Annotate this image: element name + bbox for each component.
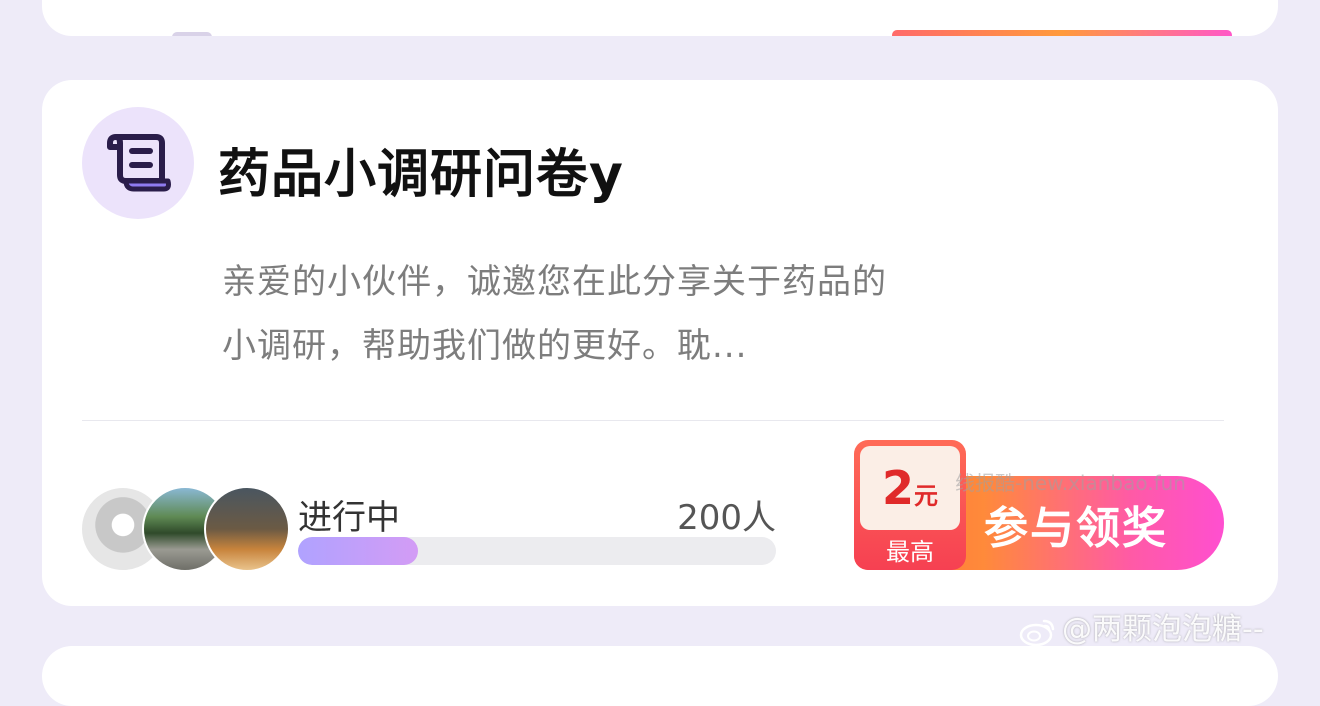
previous-card-glyph	[172, 32, 212, 36]
weibo-watermark: @两颗泡泡糖--	[1018, 604, 1264, 648]
reward-amount: 2	[881, 461, 914, 515]
avatar	[204, 486, 290, 572]
progress-bar	[298, 537, 776, 565]
reward-unit: 元	[914, 482, 938, 510]
reward-caption: 最高	[886, 538, 934, 566]
reward-amount-box: 2元	[860, 446, 960, 530]
site-watermark: 线报酷-new.xianbao.fun	[955, 471, 1186, 495]
previous-survey-card[interactable]	[42, 0, 1278, 36]
weibo-watermark-text: @两颗泡泡糖--	[1062, 612, 1264, 647]
previous-card-cta-edge[interactable]	[892, 30, 1232, 36]
scroll-document-icon	[107, 134, 171, 192]
status-label: 进行中	[298, 498, 400, 538]
participant-count: 200人	[677, 498, 776, 538]
survey-card[interactable]: 药品小调研问卷y 亲爱的小伙伴，诚邀您在此分享关于药品的小调研，帮助我们做的更好…	[42, 80, 1278, 606]
survey-description: 亲爱的小伙伴，诚邀您在此分享关于药品的小调研，帮助我们做的更好。耽...	[222, 262, 887, 366]
next-survey-card[interactable]	[42, 646, 1278, 706]
survey-icon-badge	[82, 107, 194, 219]
survey-title: 药品小调研问卷y	[218, 145, 624, 205]
join-reward-label[interactable]: 参与领奖	[984, 492, 1168, 556]
card-divider	[82, 420, 1224, 421]
participant-avatars	[80, 486, 300, 572]
reward-badge: 2元 最高	[854, 440, 966, 570]
weibo-icon	[1019, 619, 1055, 646]
progress-fill	[298, 537, 418, 565]
